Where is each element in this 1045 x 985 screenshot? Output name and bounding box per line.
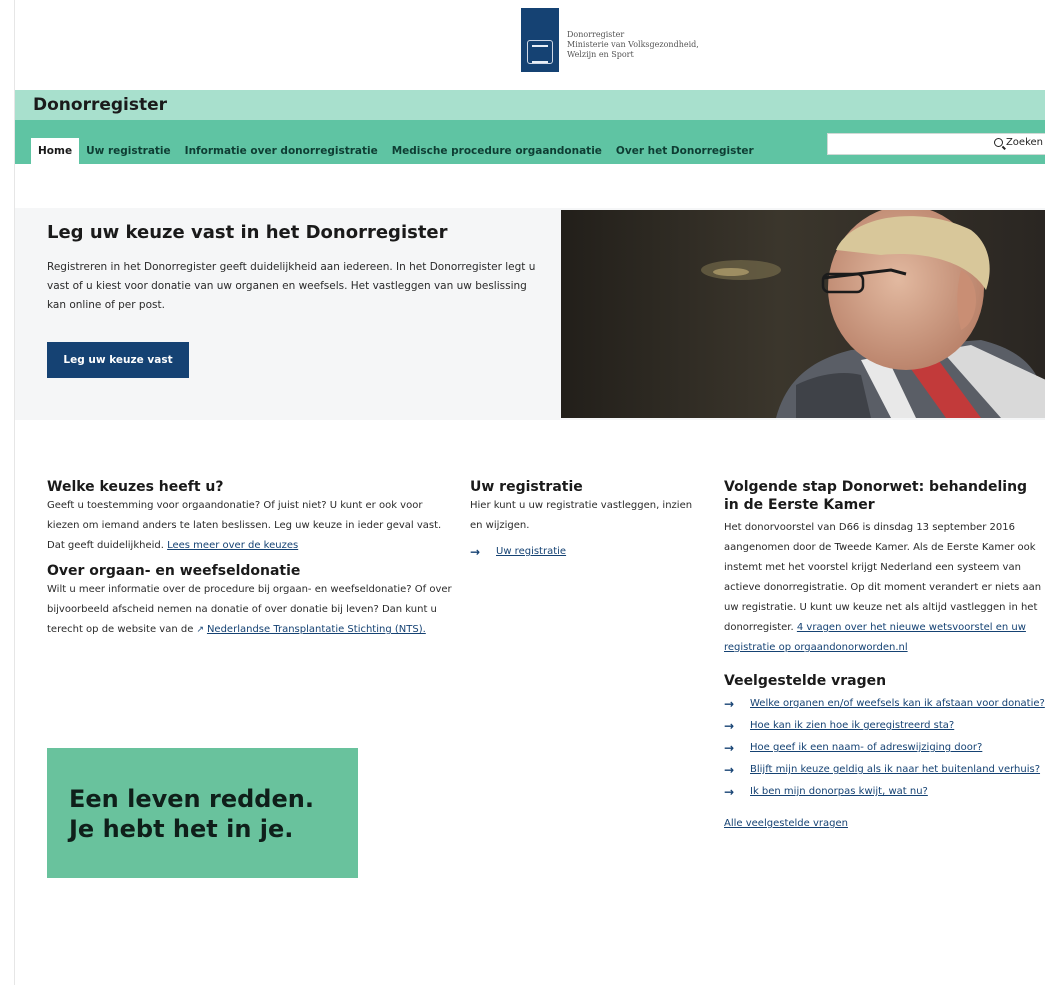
logo-line: Welzijn en Sport bbox=[567, 50, 634, 59]
site-title[interactable]: Donorregister bbox=[33, 95, 167, 115]
banner-line-2: Je hebt het in je. bbox=[69, 815, 294, 843]
logo-line: Donorregister bbox=[567, 30, 625, 39]
nav-item-home[interactable]: Home bbox=[31, 138, 80, 164]
register-choice-button[interactable]: Leg uw keuze vast bbox=[47, 342, 189, 378]
nav-item-over-donorregister[interactable]: Over het Donorregister bbox=[609, 138, 761, 164]
rijksoverheid-logo[interactable]: Donorregister Ministerie van Volksgezond… bbox=[521, 8, 699, 72]
coat-of-arms-icon bbox=[527, 40, 553, 64]
registration-link-item: → Uw registratie bbox=[470, 542, 705, 562]
page: Donorregister Ministerie van Volksgezond… bbox=[14, 0, 1045, 985]
faq-title: Veelgestelde vragen bbox=[724, 673, 887, 689]
faq-item: → Hoe geef ik een naam- of adreswijzigin… bbox=[724, 738, 1045, 758]
hero-section: Leg uw keuze vast in het Donorregister R… bbox=[15, 208, 1045, 420]
site-title-bar: Donorregister bbox=[15, 90, 1045, 120]
faq-item: → Hoe kan ik zien hoe ik geregistreerd s… bbox=[724, 716, 1045, 736]
banner-line-1: Een leven redden. bbox=[69, 785, 314, 813]
hero-photo-illustration bbox=[561, 210, 1045, 418]
registration-column: Uw registratie Hier kunt u uw registrati… bbox=[470, 478, 705, 562]
nav-menu: Home Uw registratie Informatie over dono… bbox=[31, 138, 761, 164]
donation-info-text: Wilt u meer informatie over de procedure… bbox=[47, 580, 457, 640]
arrow-right-icon: → bbox=[724, 697, 735, 711]
news-body: Het donorvoorstel van D66 is dinsdag 13 … bbox=[724, 522, 1042, 633]
choices-column: Welke keuzes heeft u? Geeft u toestemmin… bbox=[47, 478, 457, 640]
faq-link[interactable]: Blijft mijn keuze geldig als ik naar het… bbox=[750, 760, 1040, 780]
campaign-banner[interactable]: Een leven redden. Je hebt het in je. bbox=[47, 748, 358, 878]
arrow-right-icon: → bbox=[470, 545, 481, 559]
nav-item-informatie[interactable]: Informatie over donorregistratie bbox=[178, 138, 385, 164]
choices-text: Geeft u toestemming voor orgaandonatie? … bbox=[47, 496, 457, 556]
faq-item: → Welke organen en/of weefsels kan ik af… bbox=[724, 694, 1045, 714]
registration-link[interactable]: Uw registratie bbox=[496, 542, 566, 562]
choices-read-more-link[interactable]: Lees meer over de keuzes bbox=[167, 540, 298, 551]
logo-emblem bbox=[521, 8, 559, 72]
faq-list: → Welke organen en/of weefsels kan ik af… bbox=[724, 694, 1045, 802]
arrow-right-icon: → bbox=[724, 719, 735, 733]
search-input[interactable]: Zoeken bbox=[827, 133, 1045, 155]
nts-link[interactable]: Nederlandse Transplantatie Stichting (NT… bbox=[207, 624, 426, 635]
faq-link[interactable]: Welke organen en/of weefsels kan ik afst… bbox=[750, 694, 1045, 714]
donation-info-title: Over orgaan- en weefseldonatie bbox=[47, 563, 301, 579]
registration-title: Uw registratie bbox=[470, 479, 583, 495]
main-navigation: Home Uw registratie Informatie over dono… bbox=[15, 120, 1045, 164]
faq-link[interactable]: Hoe kan ik zien hoe ik geregistreerd sta… bbox=[750, 716, 954, 736]
campaign-banner-text: Een leven redden. Je hebt het in je. bbox=[69, 784, 314, 844]
news-column: Volgende stap Donorwet: behandeling in d… bbox=[724, 478, 1045, 829]
hero-text: Registreren in het Donorregister geeft d… bbox=[47, 261, 536, 311]
external-link-icon: ↗ bbox=[196, 625, 207, 635]
faq-link[interactable]: Ik ben mijn donorpas kwijt, wat nu? bbox=[750, 782, 928, 802]
search-button[interactable]: Zoeken bbox=[993, 137, 1043, 148]
arrow-right-icon: → bbox=[724, 785, 735, 799]
all-faq-link[interactable]: Alle veelgestelde vragen bbox=[724, 818, 848, 829]
arrow-right-icon: → bbox=[724, 741, 735, 755]
all-faq-item: Alle veelgestelde vragen bbox=[724, 818, 1045, 829]
logo-line: Ministerie van Volksgezondheid, bbox=[567, 40, 699, 49]
news-text: Het donorvoorstel van D66 is dinsdag 13 … bbox=[724, 518, 1045, 658]
faq-item: → Ik ben mijn donorpas kwijt, wat nu? bbox=[724, 782, 1045, 802]
nav-item-medische-procedure[interactable]: Medische procedure orgaandonatie bbox=[385, 138, 609, 164]
logo-text: Donorregister Ministerie van Volksgezond… bbox=[567, 30, 699, 60]
search-button-label: Zoeken bbox=[1005, 137, 1043, 148]
hero-photo bbox=[561, 210, 1045, 418]
faq-item: → Blijft mijn keuze geldig als ik naar h… bbox=[724, 760, 1045, 780]
choices-title: Welke keuzes heeft u? bbox=[47, 479, 224, 495]
registration-text: Hier kunt u uw registratie vastleggen, i… bbox=[470, 500, 693, 531]
nav-item-uw-registratie[interactable]: Uw registratie bbox=[79, 138, 178, 164]
faq-link[interactable]: Hoe geef ik een naam- of adreswijziging … bbox=[750, 738, 982, 758]
arrow-right-icon: → bbox=[724, 763, 735, 777]
hero-title: Leg uw keuze vast in het Donorregister bbox=[47, 222, 448, 243]
search-icon bbox=[993, 138, 1003, 147]
news-title: Volgende stap Donorwet: behandeling in d… bbox=[724, 479, 1028, 513]
donation-info-section: Over orgaan- en weefseldonatie Wilt u me… bbox=[47, 562, 457, 640]
